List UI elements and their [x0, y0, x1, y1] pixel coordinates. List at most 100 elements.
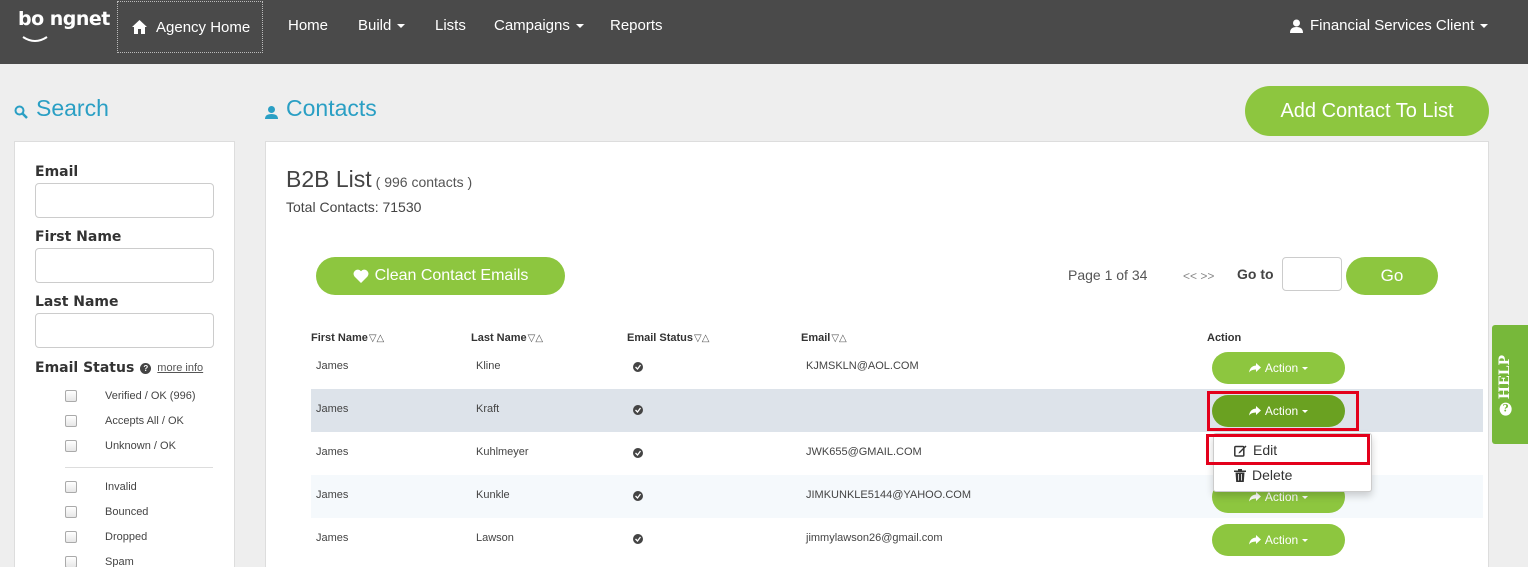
add-contact-button[interactable]: Add Contact To List: [1245, 86, 1489, 136]
sort-icon[interactable]: ▽△: [831, 333, 846, 344]
chevron-down-icon: [397, 24, 406, 29]
heart-icon: [353, 269, 369, 283]
contacts-panel: B2B List( 996 contacts ) Total Contacts:…: [265, 141, 1489, 567]
sort-icon[interactable]: ▽△: [369, 333, 384, 344]
check-circle-icon: [633, 491, 643, 501]
row-action-button[interactable]: Action: [1212, 524, 1345, 556]
top-navbar: bo ngnet Agency Home Home Build Lists Ca…: [0, 0, 1528, 64]
brand-logo[interactable]: bo ngnet: [18, 8, 110, 30]
table-row: James Kline KJMSKLN@AOL.COM Action: [311, 346, 1483, 389]
highlight-box-action: [1207, 391, 1359, 431]
page-indicator: Page 1 of 34: [1068, 267, 1148, 283]
share-arrow-icon: [1248, 492, 1261, 502]
nav-campaigns[interactable]: Campaigns: [494, 17, 584, 34]
row-action-button[interactable]: Action: [1212, 352, 1345, 384]
contacts-heading: Contacts: [265, 95, 377, 122]
home-icon: [132, 20, 147, 34]
divider: [65, 467, 213, 468]
first-name-cell: James: [316, 446, 349, 458]
pager-arrows[interactable]: << >>: [1183, 269, 1214, 283]
column-header-email-status[interactable]: Email Status▽△: [627, 332, 709, 344]
column-header-action: Action: [1207, 332, 1242, 344]
total-contacts: Total Contacts: 71530: [286, 199, 422, 215]
nav-reports[interactable]: Reports: [610, 17, 663, 34]
question-icon[interactable]: ?: [140, 362, 152, 374]
share-arrow-icon: [1248, 535, 1261, 545]
email-cell: KJMSKLN@AOL.COM: [806, 360, 919, 372]
email-cell: jimmylawson26@gmail.com: [806, 532, 943, 544]
checkbox[interactable]: [65, 415, 77, 427]
share-arrow-icon: [1248, 363, 1261, 373]
status-filter-verified[interactable]: Verified / OK (996): [65, 390, 196, 402]
email-cell: JWK655@GMAIL.COM: [806, 446, 922, 458]
search-panel: Email First Name Last Name Email Status …: [14, 141, 235, 567]
first-name-cell: James: [316, 360, 349, 372]
help-tab-label[interactable]: ? HELP: [1497, 355, 1513, 416]
column-header-email[interactable]: Email▽△: [801, 332, 847, 344]
search-heading: Search: [14, 95, 109, 122]
highlight-box-edit: [1206, 434, 1370, 465]
goto-page-input[interactable]: [1282, 257, 1342, 291]
go-button[interactable]: Go: [1346, 257, 1438, 295]
chevron-down-icon: [1302, 366, 1309, 370]
logo-swoosh-icon: [22, 36, 48, 42]
sort-icon[interactable]: ▽△: [694, 333, 709, 344]
nav-lists[interactable]: Lists: [435, 17, 466, 34]
sort-icon[interactable]: ▽△: [528, 333, 543, 344]
status-filter-spam[interactable]: Spam: [65, 556, 134, 567]
question-icon: ?: [1499, 402, 1511, 416]
delete-menu-item[interactable]: Delete: [1234, 467, 1292, 483]
nav-home[interactable]: Home: [288, 17, 328, 34]
checkbox[interactable]: [65, 556, 77, 567]
chevron-down-icon: [1480, 23, 1489, 28]
last-name-cell: Kraft: [476, 403, 500, 415]
clean-contact-emails-button[interactable]: Clean Contact Emails: [316, 257, 565, 295]
user-icon: [1290, 19, 1303, 33]
chevron-down-icon: [1302, 538, 1309, 542]
first-name-cell: James: [316, 489, 349, 501]
checkbox[interactable]: [65, 481, 77, 493]
check-circle-icon: [633, 362, 643, 372]
check-circle-icon: [633, 405, 643, 415]
status-filter-invalid[interactable]: Invalid: [65, 481, 137, 493]
search-icon: [14, 105, 28, 119]
column-header-last-name[interactable]: Last Name▽△: [471, 332, 543, 344]
checkbox[interactable]: [65, 506, 77, 518]
first-name-label: First Name: [35, 229, 122, 245]
agency-home-link[interactable]: Agency Home: [117, 1, 263, 53]
nav-build[interactable]: Build: [358, 17, 406, 34]
last-name-search-input[interactable]: [35, 313, 214, 348]
column-header-first-name[interactable]: First Name▽△: [311, 332, 384, 344]
last-name-cell: Lawson: [476, 532, 514, 544]
first-name-cell: James: [316, 403, 349, 415]
last-name-cell: Kuhlmeyer: [476, 446, 529, 458]
trash-icon: [1234, 468, 1246, 482]
first-name-cell: James: [316, 532, 349, 544]
status-filter-unknown[interactable]: Unknown / OK: [65, 440, 176, 452]
checkbox[interactable]: [65, 531, 77, 543]
checkbox[interactable]: [65, 440, 77, 452]
email-search-input[interactable]: [35, 183, 214, 218]
table-row: James Lawson jimmylawson26@gmail.com Act…: [311, 518, 1483, 561]
chevron-down-icon: [1302, 495, 1309, 499]
email-cell: JIMKUNKLE5144@YAHOO.COM: [806, 489, 972, 501]
goto-label: Go to: [1237, 266, 1274, 282]
status-filter-bounced[interactable]: Bounced: [65, 506, 148, 518]
checkbox[interactable]: [65, 390, 77, 402]
status-filter-dropped[interactable]: Dropped: [65, 531, 147, 543]
user-menu[interactable]: Financial Services Client: [1290, 17, 1489, 34]
status-filter-accepts-all[interactable]: Accepts All / OK: [65, 415, 184, 427]
list-count: ( 996 contacts ): [375, 174, 473, 190]
last-name-cell: Kline: [476, 360, 501, 372]
email-status-heading: Email Status ? more info: [35, 360, 204, 376]
email-label: Email: [35, 164, 79, 180]
first-name-search-input[interactable]: [35, 248, 214, 283]
user-icon: [265, 106, 278, 119]
last-name-label: Last Name: [35, 294, 119, 310]
last-name-cell: Kunkle: [476, 489, 510, 501]
list-title: B2B List( 996 contacts ): [286, 166, 473, 192]
check-circle-icon: [633, 448, 643, 458]
chevron-down-icon: [575, 24, 584, 29]
check-circle-icon: [633, 534, 643, 544]
more-info-link[interactable]: more info: [157, 362, 203, 374]
